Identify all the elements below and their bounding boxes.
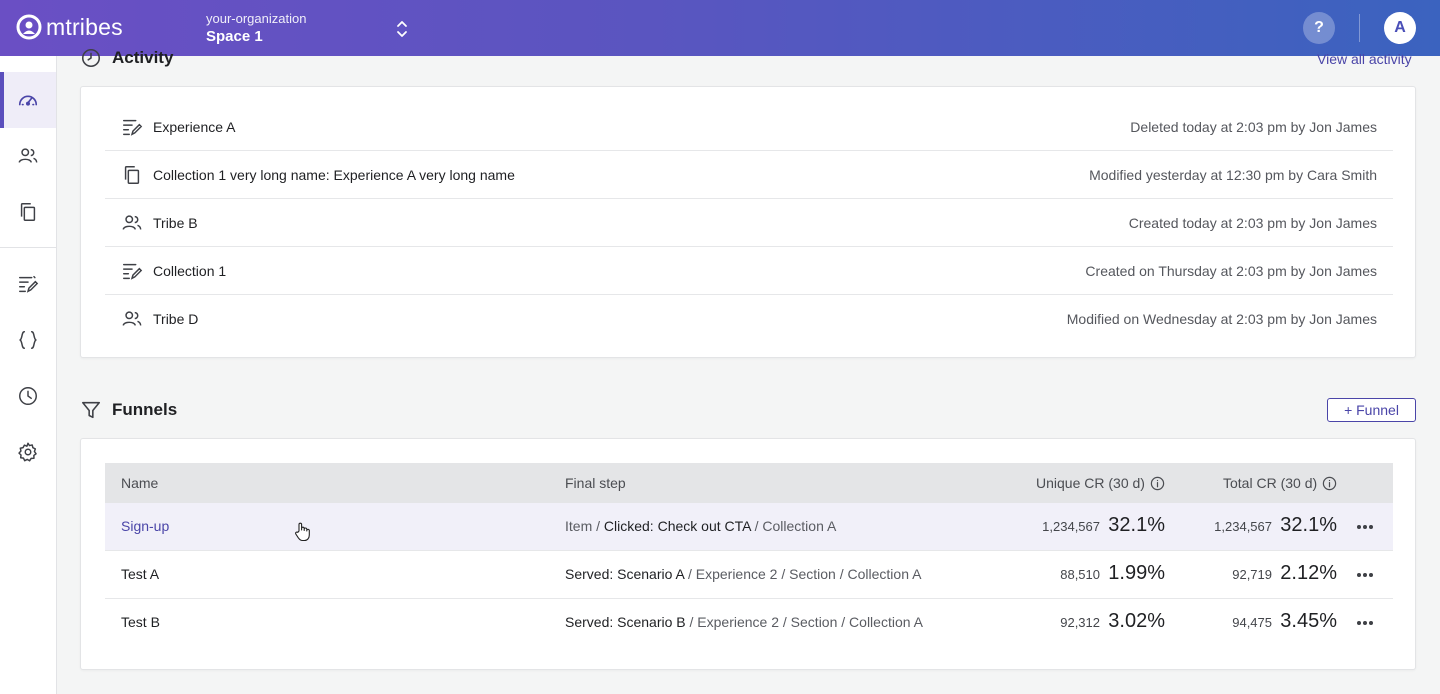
final-step-cell: Item / Clicked: Check out CTA / Collecti… [565,518,837,534]
experience-icon [121,260,143,282]
activity-row[interactable]: Tribe D Modified on Wednesday at 2:03 pm… [105,295,1393,343]
activity-meta: Created today at 2:03 pm by Jon James [1128,214,1377,231]
total-percent: 3.45% [1280,610,1337,632]
column-header-label: Total CR (30 d) [1223,475,1318,491]
hand-cursor-icon [295,522,310,542]
user-avatar[interactable]: A [1384,12,1416,44]
more-options-icon[interactable] [1355,613,1375,633]
unique-count: 1,234,567 [1042,519,1100,534]
column-header-name[interactable]: Name [121,475,158,491]
more-options-icon[interactable] [1355,517,1375,537]
header-divider [1359,14,1360,42]
sidebar-item-dashboard[interactable] [0,72,56,128]
activity-row[interactable]: Collection 1 Created on Thursday at 2:03… [105,247,1393,295]
clock-icon [19,387,37,405]
column-header-label: Name [121,475,159,491]
collections-icon [20,203,36,221]
top-bar: mtribes your-organization Space 1 ? A [0,0,1440,56]
experiences-icon [19,275,39,293]
column-header-label: Final step [565,475,626,491]
unique-count: 92,312 [1060,615,1100,630]
info-icon[interactable] [1322,476,1337,491]
activity-name: Collection 1 very long name: Experience … [153,166,515,183]
total-count: 94,475 [1232,615,1272,630]
total-count: 92,719 [1232,567,1272,582]
unique-percent: 1.99% [1108,562,1165,584]
sidebar-item-collections[interactable] [0,184,56,240]
space-name: Space 1 [206,28,263,45]
table-row[interactable]: Test B Served: Scenario B / Experience 2… [105,599,1393,647]
history-icon [81,48,101,68]
funnels-section-header: Funnels [80,399,177,421]
organization-name: your-organization [206,11,307,26]
tribe-icon [121,308,143,330]
sidebar-item-history[interactable] [0,368,56,424]
funnel-name[interactable]: Test A [121,566,159,582]
column-header-unique-cr[interactable]: Unique CR (30 d) [1036,475,1165,491]
brand-name: mtribes [46,14,123,40]
sidebar-divider [0,247,56,248]
activity-name: Experience A [153,118,236,135]
total-percent: 2.12% [1280,562,1337,584]
funnel-name[interactable]: Test B [121,614,160,630]
step-rest: Experience 2 / Section / Collection A [695,566,922,582]
view-all-activity-link[interactable]: View all activity [1317,51,1412,67]
activity-name: Tribe D [153,311,199,327]
step-main: Served: Scenario B [565,614,686,630]
unique-count: 88,510 [1060,567,1100,582]
funnels-table-header: Name Final step Unique CR (30 d) Total C… [105,463,1393,503]
column-header-total-cr[interactable]: Total CR (30 d) [1223,475,1337,491]
up-down-chevron-icon[interactable] [393,18,411,40]
space-selector[interactable]: your-organization Space 1 [206,11,306,47]
step-main: Served: Scenario A [565,566,685,582]
step-rest: Experience 2 / Section / Collection A [697,614,923,630]
activity-row[interactable]: Experience A Deleted today at 2:03 pm by… [105,103,1393,151]
add-funnel-button[interactable]: + Funnel [1327,398,1416,422]
brand-logo[interactable]: mtribes [16,14,123,40]
info-icon[interactable] [1150,476,1165,491]
activity-row[interactable]: Tribe B Created today at 2:03 pm by Jon … [105,199,1393,247]
activity-name: Collection 1 [153,262,227,279]
dashboard-icon [18,95,38,106]
tribe-icon [121,212,143,234]
activity-meta: Deleted today at 2:03 pm by Jon James [1130,118,1377,135]
column-header-label: Unique CR (30 d) [1036,475,1145,491]
table-row[interactable]: Test A Served: Scenario A / Experience 2… [105,551,1393,599]
step-main: Clicked: Check out CTA [603,518,751,534]
activity-card: Experience A Deleted today at 2:03 pm by… [80,86,1416,358]
total-percent: 32.1% [1280,514,1337,536]
activity-section-header: Activity [80,47,173,69]
sidebar [0,56,57,694]
activity-row[interactable]: Collection 1 very long name: Experience … [105,151,1393,199]
unique-percent: 32.1% [1108,514,1165,536]
total-count: 1,234,567 [1214,519,1272,534]
step-prefix: Item [565,518,593,534]
funnels-title: Funnels [112,400,178,419]
help-button[interactable]: ? [1303,12,1335,44]
sidebar-item-code[interactable] [0,312,56,368]
filter-funnel-icon [81,401,101,419]
step-rest: Collection A [762,518,837,534]
activity-meta: Modified on Wednesday at 2:03 pm by Jon … [1066,311,1377,327]
activity-meta: Modified yesterday at 12:30 pm by Cara S… [1089,166,1377,183]
mtribes-logo-icon [16,14,42,40]
funnels-card: Name Final step Unique CR (30 d) Total C… [80,438,1416,670]
activity-title: Activity [112,48,174,67]
gear-icon [18,442,37,462]
column-header-final-step[interactable]: Final step [565,475,626,491]
activity-name: Tribe B [153,214,198,231]
final-step-cell: Served: Scenario A / Experience 2 / Sect… [565,566,922,582]
funnel-name-link[interactable]: Sign-up [121,518,169,534]
tribes-icon [18,148,38,163]
activity-meta: Created on Thursday at 2:03 pm by Jon Ja… [1085,262,1377,279]
collection-icon [121,164,143,186]
experience-icon [121,116,143,138]
more-options-icon[interactable] [1355,565,1375,585]
unique-percent: 3.02% [1108,610,1165,632]
sidebar-item-experiences[interactable] [0,256,56,312]
sidebar-item-tribes[interactable] [0,128,56,184]
sidebar-item-settings[interactable] [0,424,56,480]
code-braces-icon [19,331,37,349]
final-step-cell: Served: Scenario B / Experience 2 / Sect… [565,614,923,630]
